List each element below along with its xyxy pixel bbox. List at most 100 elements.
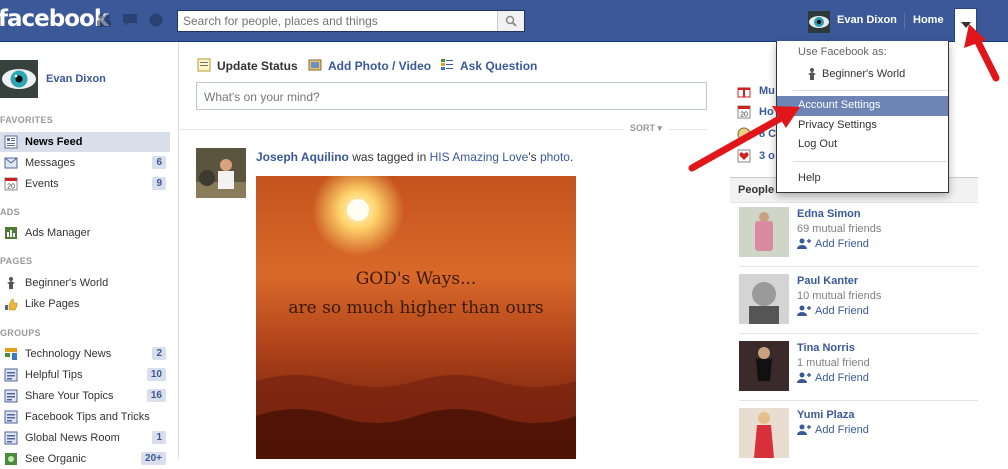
sidebar-item-group[interactable]: Global News Room 1	[0, 428, 170, 448]
count-badge: 1	[152, 431, 166, 444]
sidebar-item-label: Ads Manager	[25, 227, 91, 239]
count-badge: 10	[146, 368, 166, 381]
search-box	[177, 10, 525, 32]
search-input[interactable]	[178, 11, 503, 31]
tab-update-status[interactable]: Update Status	[197, 58, 302, 74]
sidebar-item-messages[interactable]: Messages 6	[0, 153, 170, 173]
section-title-favorites: FAVORITES	[0, 115, 54, 125]
sidebar-item-group[interactable]: Facebook Tips and Tricks	[0, 407, 170, 427]
heart-icon	[737, 149, 751, 163]
account-menu-button[interactable]	[954, 8, 977, 42]
menu-item-label: Help	[798, 172, 821, 184]
search-icon	[505, 15, 517, 27]
person-suggestion: Edna Simon 69 mutual friends Add Friend	[739, 207, 979, 267]
sort-label: SORT	[630, 123, 656, 133]
right-link[interactable]: Ho	[759, 106, 774, 118]
add-friend-label: Add Friend	[815, 372, 869, 384]
notifications-globe-icon[interactable]	[148, 13, 164, 27]
image-caption-line-1: GOD's Ways...	[356, 269, 477, 289]
left-sidebar: Evan Dixon FAVORITES News Feed Messages …	[0, 42, 179, 465]
user-avatar[interactable]	[808, 11, 830, 33]
person-photo[interactable]	[739, 207, 789, 257]
sidebar-item-news-feed[interactable]: News Feed	[0, 132, 170, 152]
sidebar-item-label: Facebook Tips and Tricks	[25, 411, 150, 423]
add-friend-label: Add Friend	[815, 305, 869, 317]
profile-photo[interactable]	[0, 60, 38, 98]
mutual-friends[interactable]: 1 mutual friend	[797, 357, 870, 369]
story-header: Joseph Aquilino was tagged in HIS Amazin…	[256, 150, 573, 164]
story-actor-link[interactable]: Joseph Aquilino	[256, 150, 349, 164]
story-author-photo[interactable]	[196, 148, 246, 198]
sidebar-item-label: Events	[25, 178, 59, 190]
right-link[interactable]: 8 C	[759, 128, 776, 140]
group-icon	[4, 431, 18, 445]
profile-link[interactable]: Evan Dixon	[837, 14, 897, 26]
friend-requests-icon[interactable]	[96, 13, 112, 27]
pencil-note-icon	[197, 58, 211, 72]
mutual-friends[interactable]: 10 mutual friends	[797, 290, 881, 302]
person-photo[interactable]	[739, 408, 789, 458]
sidebar-item-label: Like Pages	[25, 298, 80, 310]
person-name-link[interactable]: Edna Simon	[797, 208, 861, 220]
tab-ask-question[interactable]: Ask Question	[440, 58, 540, 74]
top-bar: facebook Evan Dixon Home	[0, 0, 1008, 42]
menu-item-account-settings[interactable]: Account Settings	[777, 96, 948, 116]
right-link[interactable]: Mu	[759, 85, 775, 97]
person-name-link[interactable]: Yumi Plaza	[797, 409, 854, 421]
messages-jewel-icon[interactable]	[122, 13, 138, 27]
person-suggestion: Tina Norris 1 mutual friend Add Friend	[739, 341, 979, 401]
menu-item-help[interactable]: Help	[777, 169, 948, 189]
sidebar-item-label: Helpful Tips	[25, 369, 83, 381]
use-as-page-item[interactable]: Beginner's World	[798, 66, 948, 84]
story-photo[interactable]: GOD's Ways... are so much higher than ou…	[256, 176, 576, 459]
person-name-link[interactable]: Paul Kanter	[797, 275, 858, 287]
person-suggestion: Paul Kanter 10 mutual friends Add Friend	[739, 274, 979, 334]
sidebar-item-beginners-world[interactable]: Beginner's World	[0, 273, 170, 293]
tab-label: Add Photo / Video	[328, 59, 432, 73]
chevron-down-icon	[961, 22, 971, 28]
sidebar-item-label: See Organic	[25, 453, 87, 465]
mutual-friends[interactable]: 69 mutual friends	[797, 223, 881, 235]
count-badge: 2	[152, 347, 166, 360]
add-friend-icon	[797, 305, 811, 316]
sidebar-item-ads-manager[interactable]: Ads Manager	[0, 223, 170, 243]
group-icon	[4, 389, 18, 403]
tab-add-photo-video[interactable]: Add Photo / Video	[308, 58, 433, 74]
story-object-link[interactable]: photo	[540, 150, 570, 164]
sidebar-item-group[interactable]: See Organic 20+	[0, 449, 170, 469]
sidebar-item-group[interactable]: Technology News 2	[0, 344, 170, 364]
add-friend-button[interactable]: Add Friend	[797, 305, 869, 320]
composer-placeholder: What's on your mind?	[204, 90, 320, 104]
person-photo[interactable]	[739, 341, 789, 391]
add-friend-button[interactable]: Add Friend	[797, 424, 869, 439]
person-name-link[interactable]: Tina Norris	[797, 342, 855, 354]
sort-menu[interactable]: SORT ▾	[624, 123, 669, 134]
section-title: People	[738, 184, 775, 196]
sidebar-item-label: Global News Room	[25, 432, 120, 444]
svg-text:20: 20	[740, 112, 748, 119]
status-composer-input[interactable]: What's on your mind?	[196, 82, 707, 110]
search-button[interactable]	[497, 11, 524, 31]
home-link[interactable]: Home	[913, 14, 944, 26]
sidebar-item-like-pages[interactable]: Like Pages	[0, 294, 170, 314]
sidebar-item-group[interactable]: Share Your Topics 16	[0, 386, 170, 406]
sunset-image: GOD's Ways... are so much higher than ou…	[256, 176, 576, 459]
add-friend-button[interactable]: Add Friend	[797, 238, 869, 253]
use-facebook-as-label: Use Facebook as:	[798, 46, 887, 58]
story-owner-link[interactable]: HIS Amazing Love	[430, 150, 529, 164]
group-icon	[4, 368, 18, 382]
menu-item-log-out[interactable]: Log Out	[777, 135, 948, 155]
profile-name-link[interactable]: Evan Dixon	[46, 73, 106, 85]
sidebar-item-label: Messages	[25, 157, 76, 169]
person-photo[interactable]	[739, 274, 789, 324]
group-icon	[4, 410, 18, 424]
right-link[interactable]: 3 o	[759, 150, 775, 162]
sidebar-item-group[interactable]: Helpful Tips 10	[0, 365, 170, 385]
add-friend-button[interactable]: Add Friend	[797, 372, 869, 387]
divider	[739, 266, 978, 267]
facebook-logo[interactable]: facebook	[0, 6, 109, 32]
menu-item-label: Account Settings	[798, 99, 881, 111]
menu-item-privacy-settings[interactable]: Privacy Settings	[777, 116, 948, 136]
messages-icon	[4, 157, 18, 169]
sidebar-item-events[interactable]: 20 Events 9	[0, 174, 170, 194]
